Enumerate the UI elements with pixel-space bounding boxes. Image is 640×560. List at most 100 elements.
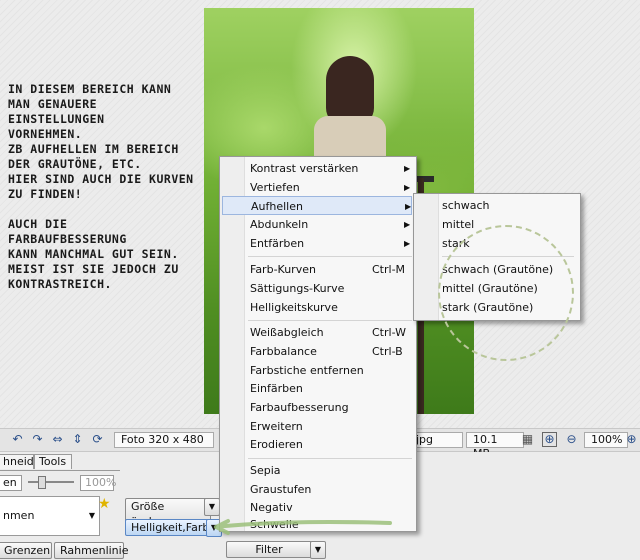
annotation-line: ZU FINDEN! bbox=[8, 187, 83, 201]
annotation-line: ZB AUFHELLEN IM BEREICH bbox=[8, 142, 179, 156]
menu-item-color-enhance[interactable]: Farbaufbesserung bbox=[222, 398, 412, 417]
zoom-percent-field[interactable]: 100% bbox=[80, 475, 116, 491]
annotation-line: MEIST IST SIE JEDOCH ZU bbox=[8, 262, 179, 276]
transparency-grid-icon[interactable]: ▦ bbox=[520, 432, 535, 447]
submenu-icon-strip bbox=[414, 194, 439, 320]
color-context-menu: Kontrast verstärken ▶ Vertiefen ▶ Aufhel… bbox=[219, 156, 417, 532]
annotation-line: IN DIESEM BEREICH KANN bbox=[8, 82, 172, 96]
menu-item-label: Vertiefen bbox=[250, 181, 300, 194]
annotation-line: FARBAUFBESSERUNG bbox=[8, 232, 127, 246]
menu-item-label: Farbbalance bbox=[250, 345, 317, 358]
preset-field-text: nmen bbox=[3, 509, 35, 522]
dropdown-arrow-icon[interactable]: ▼ bbox=[89, 497, 95, 535]
menu-item-color-curves[interactable]: Farb-Kurven Ctrl-M bbox=[222, 260, 412, 279]
menu-item-shortcut: Ctrl-M bbox=[372, 263, 406, 276]
filter-button[interactable]: Filter bbox=[226, 541, 312, 558]
menu-item-color-balance[interactable]: Farbbalance Ctrl-B bbox=[222, 342, 412, 361]
submenu-separator bbox=[442, 256, 574, 257]
submenu-arrow-icon: ▶ bbox=[405, 202, 412, 211]
menu-separator bbox=[248, 256, 412, 257]
menu-item-label: Kontrast verstärken bbox=[250, 162, 359, 175]
annotation-line: KANN MANCHMAL GUT SEIN. bbox=[8, 247, 179, 261]
slider-thumb[interactable] bbox=[38, 476, 46, 489]
menu-item-label: Helligkeitskurve bbox=[250, 301, 338, 314]
resize-dropdown-icon[interactable]: ▼ bbox=[204, 498, 220, 516]
menu-item-shortcut: Ctrl-W bbox=[372, 326, 406, 339]
tab-tools[interactable]: Tools bbox=[34, 454, 72, 469]
submenu-arrow-icon: ▶ bbox=[404, 183, 411, 192]
left-field[interactable]: en bbox=[0, 475, 22, 491]
submenu-arrow-icon: ▶ bbox=[404, 164, 411, 173]
menu-item-deepen[interactable]: Vertiefen ▶ bbox=[222, 178, 412, 197]
menu-item-white-balance[interactable]: Weißabgleich Ctrl-W bbox=[222, 323, 412, 342]
annotation-line: AUCH DIE bbox=[8, 217, 68, 231]
menu-item-grayscale[interactable]: Graustufen bbox=[222, 480, 412, 499]
submenu-item-strong[interactable]: stark bbox=[442, 234, 470, 253]
menu-item-brightness-curve[interactable]: Helligkeitskurve bbox=[222, 298, 412, 317]
menu-item-darken[interactable]: Abdunkeln ▶ bbox=[222, 215, 412, 234]
brighten-submenu: schwach mittel stark schwach (Grautöne) … bbox=[413, 193, 581, 321]
annotation-line: HIER SIND AUCH DIE KURVEN bbox=[8, 172, 194, 186]
slider-track[interactable] bbox=[28, 481, 74, 483]
file-size-label: 10.1 MB bbox=[466, 432, 524, 460]
flip-vertical-icon[interactable]: ⇕ bbox=[70, 432, 85, 447]
brightness-color-button[interactable]: Helligkeit,Farbe bbox=[125, 519, 216, 536]
annotation-line: KONTRASTREICH. bbox=[8, 277, 112, 291]
menu-item-decolorize[interactable]: Entfärben ▶ bbox=[222, 234, 412, 253]
menu-item-erode[interactable]: Erodieren bbox=[222, 435, 412, 454]
zoom-level[interactable]: 100% bbox=[584, 432, 628, 448]
annotation-line: VORNEHMEN. bbox=[8, 127, 83, 141]
menu-item-threshold[interactable]: Schwelle bbox=[222, 515, 412, 534]
rotate-left-icon[interactable]: ↶ bbox=[10, 432, 25, 447]
menu-item-label: Entfärben bbox=[250, 237, 305, 250]
menu-item-label: Erodieren bbox=[250, 438, 303, 451]
menu-item-brighten[interactable]: Aufhellen ▶ bbox=[222, 196, 412, 215]
menu-item-label: Sättigungs-Kurve bbox=[250, 282, 345, 295]
filter-dropdown-icon[interactable]: ▼ bbox=[310, 541, 326, 559]
submenu-item-weak-gray[interactable]: schwach (Grautöne) bbox=[442, 260, 553, 279]
menu-item-label: Einfärben bbox=[250, 382, 303, 395]
star-icon[interactable]: ★ bbox=[98, 496, 111, 512]
menu-item-label: Graustufen bbox=[250, 483, 312, 496]
filename-label: jpg bbox=[410, 432, 463, 448]
borders-button[interactable]: Grenzen bbox=[0, 542, 52, 559]
menu-item-label: Abdunkeln bbox=[250, 218, 309, 231]
menu-item-shortcut: Ctrl-B bbox=[372, 345, 403, 358]
menu-item-dilate[interactable]: Erweitern bbox=[222, 417, 412, 436]
menu-item-label: Farbaufbesserung bbox=[250, 401, 349, 414]
menu-item-remove-color-cast[interactable]: Farbstiche entfernen bbox=[222, 361, 412, 380]
submenu-item-strong-gray[interactable]: stark (Grautöne) bbox=[442, 298, 533, 317]
refresh-icon[interactable]: ⟳ bbox=[90, 432, 105, 447]
menu-item-sepia[interactable]: Sepia bbox=[222, 461, 412, 480]
menu-item-label: Aufhellen bbox=[251, 200, 303, 213]
menu-item-label: Schwelle bbox=[250, 518, 299, 531]
submenu-arrow-icon: ▶ bbox=[404, 220, 411, 229]
preset-field[interactable]: nmen ▼ bbox=[0, 496, 100, 536]
frame-line-button[interactable]: Rahmenlinie bbox=[54, 542, 128, 559]
zoom-out-icon[interactable]: ⊖ bbox=[564, 432, 579, 447]
submenu-item-weak[interactable]: schwach bbox=[442, 196, 490, 215]
tab-divider bbox=[0, 470, 120, 471]
menu-item-label: Farb-Kurven bbox=[250, 263, 316, 276]
annotation-line bbox=[8, 202, 208, 217]
submenu-arrow-icon: ▶ bbox=[404, 239, 411, 248]
flip-horizontal-icon[interactable]: ⇔ bbox=[50, 432, 65, 447]
rotate-right-icon[interactable]: ↷ bbox=[30, 432, 45, 447]
menu-item-tint[interactable]: Einfärben bbox=[222, 379, 412, 398]
menu-item-label: Farbstiche entfernen bbox=[250, 364, 364, 377]
menu-item-saturation-curve[interactable]: Sättigungs-Kurve bbox=[222, 279, 412, 298]
submenu-item-medium[interactable]: mittel bbox=[442, 215, 474, 234]
annotation-line: DER GRAUTÖNE, ETC. bbox=[8, 157, 142, 171]
menu-item-label: Erweitern bbox=[250, 420, 303, 433]
zoom-fit-icon[interactable]: ⊕ bbox=[542, 432, 557, 447]
menu-item-label: Weißabgleich bbox=[250, 326, 324, 339]
annotation-line: MAN GENAUERE bbox=[8, 97, 98, 111]
zoom-in-icon[interactable]: ⊕ bbox=[624, 432, 639, 447]
menu-item-contrast[interactable]: Kontrast verstärken ▶ bbox=[222, 159, 412, 178]
annotation-text: IN DIESEM BEREICH KANN MAN GENAUERE EINS… bbox=[8, 82, 208, 292]
menu-separator bbox=[248, 458, 412, 459]
menu-item-label: Sepia bbox=[250, 464, 281, 477]
submenu-item-medium-gray[interactable]: mittel (Grautöne) bbox=[442, 279, 538, 298]
tab-cut[interactable]: hneiden bbox=[0, 454, 48, 469]
menu-separator bbox=[248, 320, 412, 321]
